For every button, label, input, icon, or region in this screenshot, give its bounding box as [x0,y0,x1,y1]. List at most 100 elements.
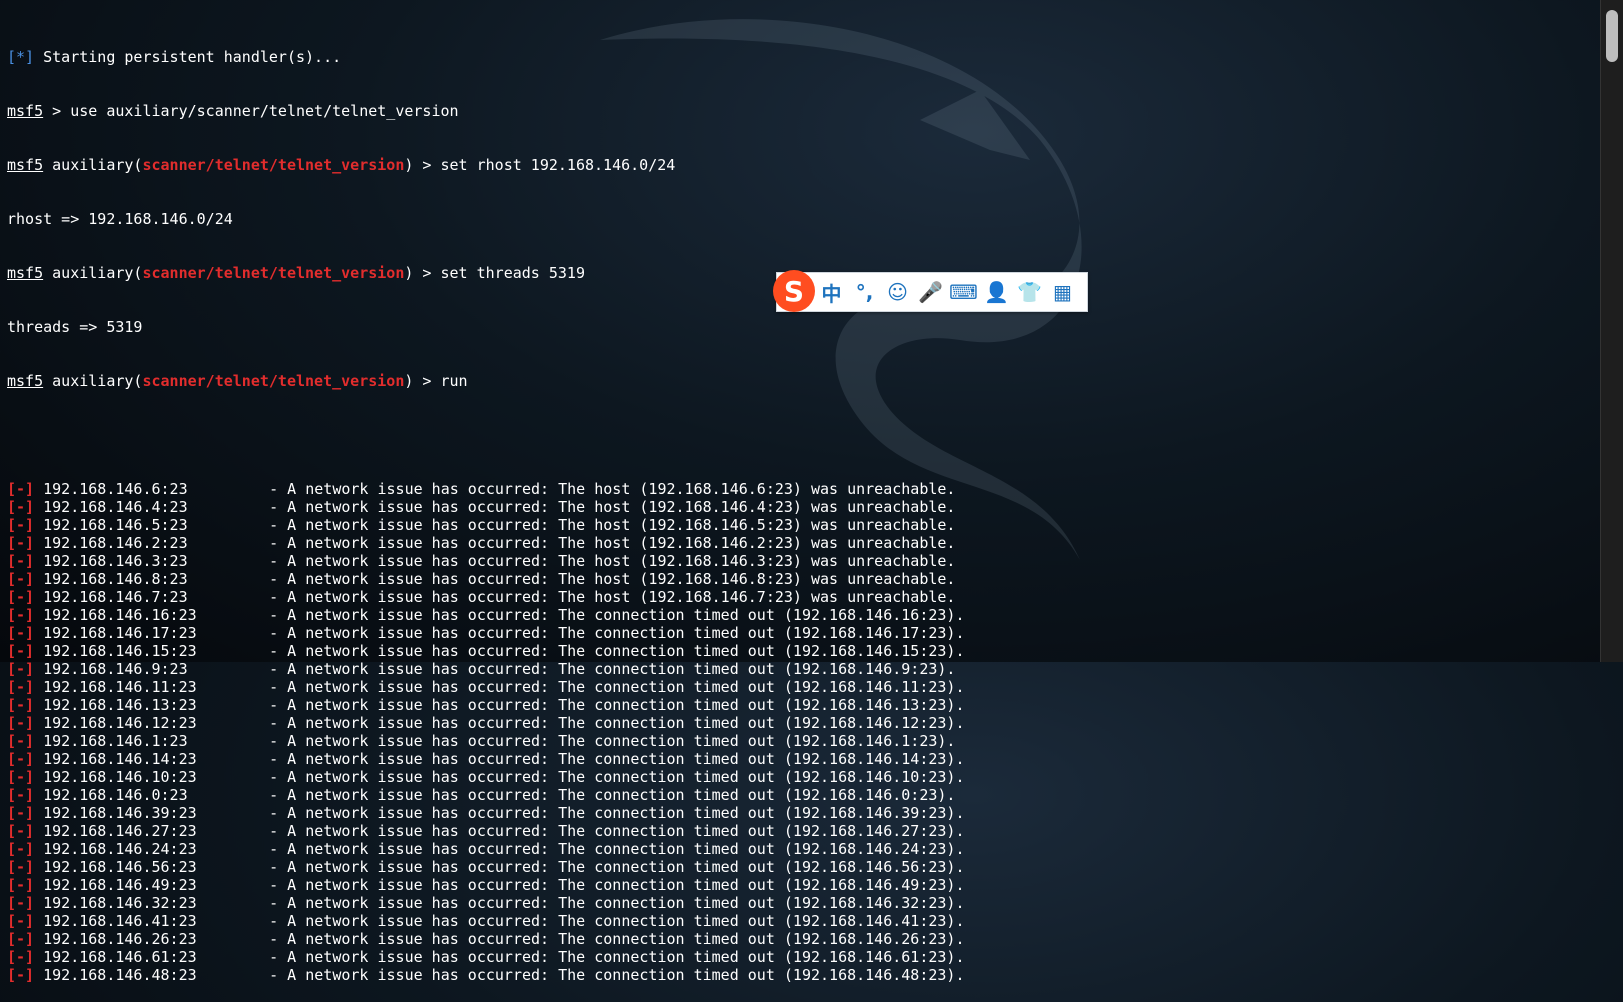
error-marker: [-] [7,858,35,876]
result-message: - A network issue has occurred: The conn… [269,912,965,930]
table-row: [-] 192.168.146.17:23 - A network issue h… [7,624,1593,642]
table-row: [-] 192.168.146.26:23 - A network issue h… [7,930,1593,948]
terminal-text: ) > run [404,372,468,390]
result-message: - A network issue has occurred: The host… [269,570,956,588]
error-marker: [-] [7,912,35,930]
error-marker: [-] [7,696,35,714]
terminal-line: threads => 5319 [7,318,143,336]
result-message: - A network issue has occurred: The conn… [269,768,965,786]
error-marker: [-] [7,840,35,858]
table-row: [-] 192.168.146.41:23 - A network issue h… [7,912,1593,930]
table-row: [-] 192.168.146.4:23 - A network issue ha… [7,498,1593,516]
table-row: [-] 192.168.146.8:23 - A network issue ha… [7,570,1593,588]
error-marker: [-] [7,678,35,696]
emoji-button[interactable]: ☺ [881,273,914,311]
sogou-logo-icon[interactable]: S [773,270,815,312]
toolbox-button[interactable]: ▦ [1046,273,1079,311]
error-marker: [-] [7,786,35,804]
result-message: - A network issue has occurred: The conn… [269,750,965,768]
table-row: [-] 192.168.146.11:23 - A network issue h… [7,678,1593,696]
module-name: scanner/telnet/telnet_version [142,372,405,390]
table-row: [-] 192.168.146.27:23 - A network issue h… [7,822,1593,840]
result-message: - A network issue has occurred: The conn… [269,660,956,678]
table-row: [-] 192.168.146.24:23 - A network issue h… [7,840,1593,858]
result-ip: 192.168.146.10:23 [43,768,197,786]
terminal-text: > use auxiliary/scanner/telnet/telnet_ve… [43,102,459,120]
table-row: [-] 192.168.146.12:23 - A network issue h… [7,714,1593,732]
table-row: [-] 192.168.146.16:23 - A network issue h… [7,606,1593,624]
table-row: [-] 192.168.146.39:23 - A network issue h… [7,804,1593,822]
error-marker: [-] [7,642,35,660]
error-marker: [-] [7,570,35,588]
error-marker: [-] [7,948,35,966]
result-ip: 192.168.146.1:23 [43,732,188,750]
vertical-scrollbar[interactable] [1600,0,1623,662]
table-row: [-] 192.168.146.14:23 - A network issue h… [7,750,1593,768]
result-ip: 192.168.146.17:23 [43,624,197,642]
result-ip: 192.168.146.61:23 [43,948,197,966]
terminal-output: [*] Starting persistent handler(s)... ms… [7,12,1593,984]
terminal-text: auxiliary( [43,372,143,390]
table-row: [-] 192.168.146.48:23 - A network issue h… [7,966,1593,984]
table-row: [-] 192.168.146.15:23 - A network issue h… [7,642,1593,660]
account-button[interactable]: 👤 [980,273,1013,311]
table-row: [-] 192.168.146.32:23 - A network issue h… [7,894,1593,912]
table-row: [-] 192.168.146.2:23 - A network issue ha… [7,534,1593,552]
error-marker: [-] [7,498,35,516]
msf-prompt: msf5 [7,102,44,120]
result-message: - A network issue has occurred: The conn… [269,804,965,822]
result-message: - A network issue has occurred: The conn… [269,876,965,894]
result-ip: 192.168.146.8:23 [43,570,188,588]
error-marker: [-] [7,552,35,570]
skin-button[interactable]: 👕 [1013,273,1046,311]
ime-toolbar[interactable]: S 中 °, ☺ 🎤 ⌨ 👤 👕 ▦ [773,270,1088,312]
table-row: [-] 192.168.146.56:23 - A network issue h… [7,858,1593,876]
error-marker: [-] [7,480,35,498]
result-message: - A network issue has occurred: The host… [269,498,956,516]
result-ip: 192.168.146.2:23 [43,534,188,552]
error-marker: [-] [7,534,35,552]
terminal-text: auxiliary( [43,264,143,282]
result-ip: 192.168.146.49:23 [43,876,197,894]
terminal-line: msf5 auxiliary(scanner/telnet/telnet_ver… [7,156,1593,174]
result-ip: 192.168.146.9:23 [43,660,188,678]
result-message: - A network issue has occurred: The conn… [269,624,965,642]
result-ip: 192.168.146.39:23 [43,804,197,822]
terminal-text: auxiliary( [43,156,143,174]
keyboard-button[interactable]: ⌨ [947,273,980,311]
chinese-mode-button[interactable]: 中 [815,273,848,311]
result-ip: 192.168.146.13:23 [43,696,197,714]
result-ip: 192.168.146.3:23 [43,552,188,570]
result-ip: 192.168.146.41:23 [43,912,197,930]
error-marker: [-] [7,894,35,912]
table-row: [-] 192.168.146.6:23 - A network issue ha… [7,480,1593,498]
error-marker: [-] [7,660,35,678]
error-marker: [-] [7,714,35,732]
module-name: scanner/telnet/telnet_version [142,264,405,282]
result-ip: 192.168.146.7:23 [43,588,188,606]
scrollbar-thumb[interactable] [1606,10,1618,62]
scan-results: [-] 192.168.146.6:23 - A network issue ha… [7,480,1593,984]
result-message: - A network issue has occurred: The conn… [269,696,965,714]
error-marker: [-] [7,876,35,894]
result-message: - A network issue has occurred: The conn… [269,714,965,732]
error-marker: [-] [7,750,35,768]
voice-input-button[interactable]: 🎤 [914,273,947,311]
result-ip: 192.168.146.12:23 [43,714,197,732]
terminal-line: rhost => 192.168.146.0/24 [7,210,233,228]
punctuation-button[interactable]: °, [848,273,881,311]
result-message: - A network issue has occurred: The conn… [269,966,965,984]
result-ip: 192.168.146.6:23 [43,480,188,498]
table-row: [-] 192.168.146.61:23 - A network issue h… [7,948,1593,966]
terminal-line: msf5 auxiliary(scanner/telnet/telnet_ver… [7,372,1593,390]
result-ip: 192.168.146.5:23 [43,516,188,534]
error-marker: [-] [7,588,35,606]
error-marker: [-] [7,606,35,624]
error-marker: [-] [7,930,35,948]
table-row: [-] 192.168.146.0:23 - A network issue ha… [7,786,1593,804]
msf-prompt: msf5 [7,156,44,174]
result-ip: 192.168.146.24:23 [43,840,197,858]
result-message: - A network issue has occurred: The conn… [269,822,965,840]
terminal-text: Starting persistent handler(s)... [34,48,342,66]
